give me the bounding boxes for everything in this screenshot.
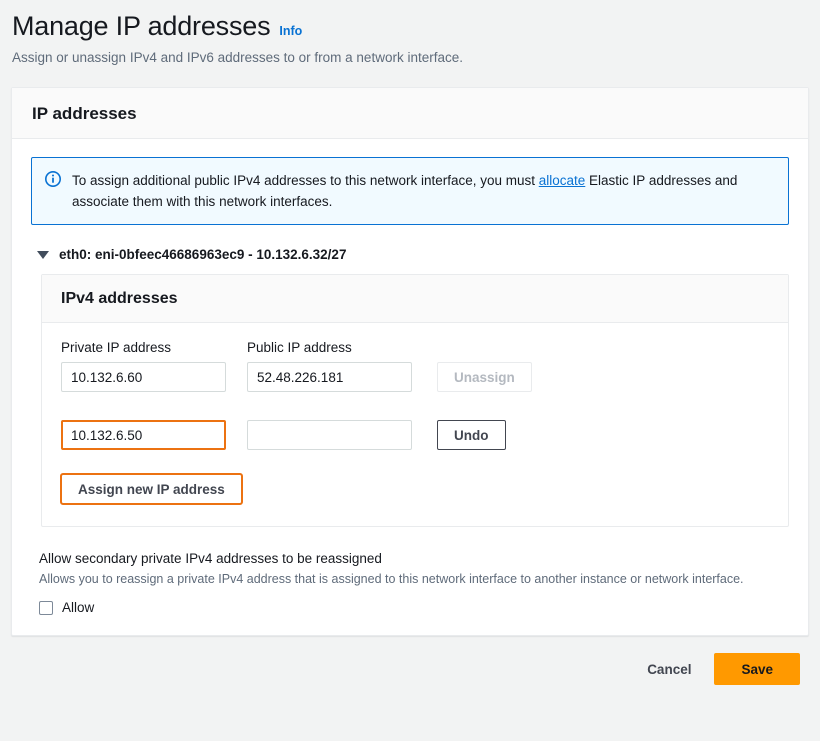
save-button[interactable]: Save: [714, 653, 800, 685]
row-gap-c: [247, 392, 417, 420]
allow-reassign-section: Allow secondary private IPv4 addresses t…: [39, 549, 789, 615]
allow-section-title: Allow secondary private IPv4 addresses t…: [39, 551, 382, 566]
card-title: IP addresses: [12, 88, 808, 139]
caret-down-icon[interactable]: [37, 250, 49, 259]
card-body: To assign additional public IPv4 address…: [12, 139, 808, 635]
public-ip-cell-2: [247, 420, 417, 450]
eni-label: eth0: eni-0bfeec46686963ec9 - 10.132.6.3…: [59, 247, 347, 262]
ipv4-panel-body: Private IP address Public IP address 10.…: [42, 323, 788, 526]
row-action-cell-2: Undo: [437, 420, 769, 450]
ip-addresses-card: IP addresses To assign additional public…: [11, 87, 809, 636]
private-ip-cell-1: [61, 362, 231, 392]
row-gap-b: [231, 392, 247, 420]
ipv4-panel-title: IPv4 addresses: [42, 275, 788, 323]
row-gap-d: [417, 392, 437, 420]
allocate-link[interactable]: allocate: [539, 173, 586, 188]
assign-new-ip-address-button[interactable]: Assign new IP address: [60, 473, 243, 505]
info-alert: To assign additional public IPv4 address…: [31, 157, 789, 225]
public-ip-input-2[interactable]: [247, 420, 412, 450]
alert-text-part1: To assign additional public IPv4 address…: [72, 173, 539, 188]
row-gap-e: [437, 392, 769, 420]
ipv4-addresses-panel: IPv4 addresses Private IP address Public…: [41, 274, 789, 527]
private-ip-input-1[interactable]: [61, 362, 226, 392]
allow-checkbox[interactable]: [39, 600, 53, 615]
ipv4-form-grid: Private IP address Public IP address 10.…: [61, 340, 769, 450]
grid-spacer-d: [231, 362, 247, 392]
form-footer: Cancel Save: [0, 636, 820, 685]
row-action-cell-1: Unassign: [437, 362, 769, 392]
grid-spacer-c: [437, 340, 769, 362]
private-ip-cell-2: [61, 420, 231, 450]
public-ip-column-header: Public IP address: [247, 340, 352, 355]
page-title-row: Manage IP addresses Info: [12, 10, 820, 42]
allow-checkbox-label: Allow: [62, 600, 95, 615]
unassign-button-1[interactable]: Unassign: [437, 362, 532, 392]
page-header: Manage IP addresses Info Assign or unass…: [0, 0, 820, 67]
info-link[interactable]: Info: [279, 24, 302, 38]
grid-spacer-b: [417, 340, 437, 362]
grid-spacer-a: [231, 340, 247, 362]
private-ip-input-2[interactable]: [61, 420, 226, 450]
public-ip-input-1[interactable]: [247, 362, 412, 392]
allow-checkbox-row[interactable]: Allow: [39, 600, 789, 615]
private-ip-column-header: Private IP address: [61, 340, 172, 355]
grid-spacer-e: [417, 362, 437, 392]
page-title: Manage IP addresses: [12, 11, 271, 41]
assign-button-wrap: Assign new IP address: [60, 473, 769, 505]
grid-spacer-f: [231, 420, 247, 450]
manage-ip-addresses-page: Manage IP addresses Info Assign or unass…: [0, 0, 820, 741]
eni-expander-row[interactable]: eth0: eni-0bfeec46686963ec9 - 10.132.6.3…: [37, 247, 789, 262]
undo-button-2[interactable]: Undo: [437, 420, 506, 450]
page-subtitle: Assign or unassign IPv4 and IPv6 address…: [12, 50, 463, 65]
info-circle-icon: [45, 171, 61, 212]
cancel-button[interactable]: Cancel: [643, 656, 695, 683]
row-gap-a: [61, 392, 231, 420]
info-alert-text: To assign additional public IPv4 address…: [72, 170, 774, 212]
grid-spacer-g: [417, 420, 437, 450]
public-ip-cell-1: [247, 362, 417, 392]
allow-section-description: Allows you to reassign a private IPv4 ad…: [39, 572, 744, 586]
